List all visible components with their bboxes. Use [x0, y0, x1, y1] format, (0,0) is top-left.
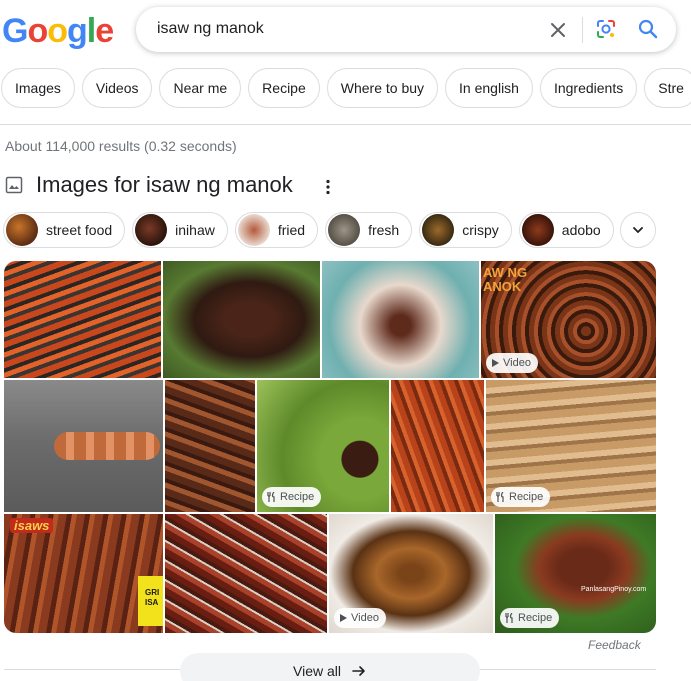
filter-chip-videos[interactable]: Videos — [81, 68, 153, 108]
image-result[interactable] — [165, 380, 255, 512]
tag-chip-fresh[interactable]: fresh — [325, 212, 413, 248]
image-result[interactable] — [322, 261, 479, 378]
thumbnail-watermark: PanlasangPinoy.com — [581, 586, 647, 593]
logo-letter: l — [86, 12, 97, 50]
skewer-highlight — [54, 432, 160, 460]
image-result[interactable] — [163, 261, 320, 378]
tag-thumbnail — [237, 214, 270, 246]
logo-letter: o — [27, 12, 48, 50]
badge-label: Recipe — [509, 491, 544, 503]
image-result[interactable]: isaws GRI ISA — [4, 514, 163, 633]
recipe-badge: Recipe — [500, 608, 560, 628]
image-result[interactable] — [4, 380, 163, 512]
image-refinement-chips: street food inihaw fried fresh crispy ad… — [3, 212, 614, 248]
search-box[interactable]: isaw ng manok — [136, 7, 676, 52]
tag-label: inihaw — [175, 222, 215, 238]
filter-chips: Images Videos Near me Recipe Where to bu… — [1, 68, 691, 108]
images-section-title[interactable]: Images for isaw ng manok — [36, 172, 293, 198]
logo-letter: e — [95, 12, 114, 50]
feedback-link[interactable]: Feedback — [588, 638, 641, 652]
utensils-icon — [505, 613, 513, 623]
tag-chip-crispy[interactable]: crispy — [419, 212, 512, 248]
tag-chip-street-food[interactable]: street food — [3, 212, 126, 248]
tag-thumbnail — [328, 214, 361, 246]
filter-chip-where-to-buy[interactable]: Where to buy — [326, 68, 439, 108]
tag-thumbnail — [521, 214, 554, 246]
header-divider — [0, 124, 691, 125]
tag-thumbnail — [135, 214, 168, 246]
image-result[interactable] — [165, 514, 327, 633]
expand-tags-button[interactable] — [620, 212, 656, 248]
recipe-badge: Recipe — [262, 487, 322, 507]
thumbnail-overlay-text: isaws — [10, 518, 54, 533]
logo-letter: G — [2, 12, 28, 50]
arrow-right-icon — [352, 666, 365, 676]
filter-chip-near-me[interactable]: Near me — [159, 68, 242, 108]
image-result[interactable] — [391, 380, 484, 512]
image-result[interactable]: Video — [329, 514, 493, 633]
logo-letter: g — [67, 12, 88, 50]
image-result[interactable]: AW NG ANOK Video — [481, 261, 656, 378]
tag-chip-fried[interactable]: fried — [234, 212, 319, 248]
filter-chip-recipe[interactable]: Recipe — [248, 68, 320, 108]
view-all-button[interactable]: View all — [180, 653, 480, 681]
view-all-label: View all — [293, 663, 341, 679]
filter-chip-street[interactable]: Stre — [644, 68, 691, 108]
tag-chip-inihaw[interactable]: inihaw — [132, 212, 228, 248]
filter-chip-in-english[interactable]: In english — [445, 68, 533, 108]
badge-label: Video — [503, 357, 531, 369]
image-icon — [5, 176, 23, 194]
utensils-icon — [267, 492, 275, 502]
badge-label: Recipe — [518, 612, 553, 624]
thumbnail-overlay-text: AW NG — [483, 265, 528, 280]
tag-thumbnail — [6, 214, 38, 246]
thumbnail-overlay-text: ISA — [145, 598, 159, 607]
tag-thumbnail — [422, 214, 455, 246]
utensils-icon — [496, 492, 504, 502]
image-result[interactable]: PanlasangPinoy.com Recipe — [495, 514, 656, 633]
play-icon — [492, 359, 499, 367]
tag-label: fried — [277, 222, 306, 238]
tag-chip-adobo[interactable]: adobo — [518, 212, 614, 248]
chevron-down-icon — [633, 227, 643, 234]
image-result[interactable]: Recipe — [257, 380, 389, 512]
tag-label: adobo — [561, 222, 601, 238]
recipe-badge: Recipe — [491, 487, 551, 507]
thumbnail-overlay-text: GRI — [145, 588, 160, 597]
badge-label: Recipe — [280, 491, 315, 503]
search-icon[interactable] — [636, 17, 660, 41]
tag-label: fresh — [368, 222, 400, 238]
close-icon[interactable] — [546, 18, 570, 42]
badge-label: Video — [351, 612, 379, 624]
image-result[interactable] — [4, 261, 161, 378]
search-input[interactable]: isaw ng manok — [157, 20, 264, 38]
google-lens-icon[interactable] — [594, 17, 618, 41]
result-stats: About 114,000 results (0.32 seconds) — [5, 138, 237, 154]
filter-chip-ingredients[interactable]: Ingredients — [539, 68, 638, 108]
video-badge: Video — [334, 608, 386, 628]
image-results-grid: AW NG ANOK Video Recipe Recipe isaws GRI… — [4, 261, 656, 633]
video-badge: Video — [486, 353, 538, 373]
filter-chip-images[interactable]: Images — [1, 68, 75, 108]
search-divider — [582, 17, 583, 43]
tag-label: street food — [46, 222, 113, 238]
images-section-header: Images for isaw ng manok — [5, 172, 293, 198]
play-icon — [340, 614, 347, 622]
tag-label: crispy — [462, 222, 499, 238]
google-logo[interactable]: Google — [2, 12, 114, 51]
logo-letter: o — [47, 12, 68, 50]
thumbnail-overlay-text: ANOK — [483, 279, 522, 294]
more-options-icon[interactable] — [322, 178, 334, 196]
image-result[interactable]: Recipe — [486, 380, 656, 512]
